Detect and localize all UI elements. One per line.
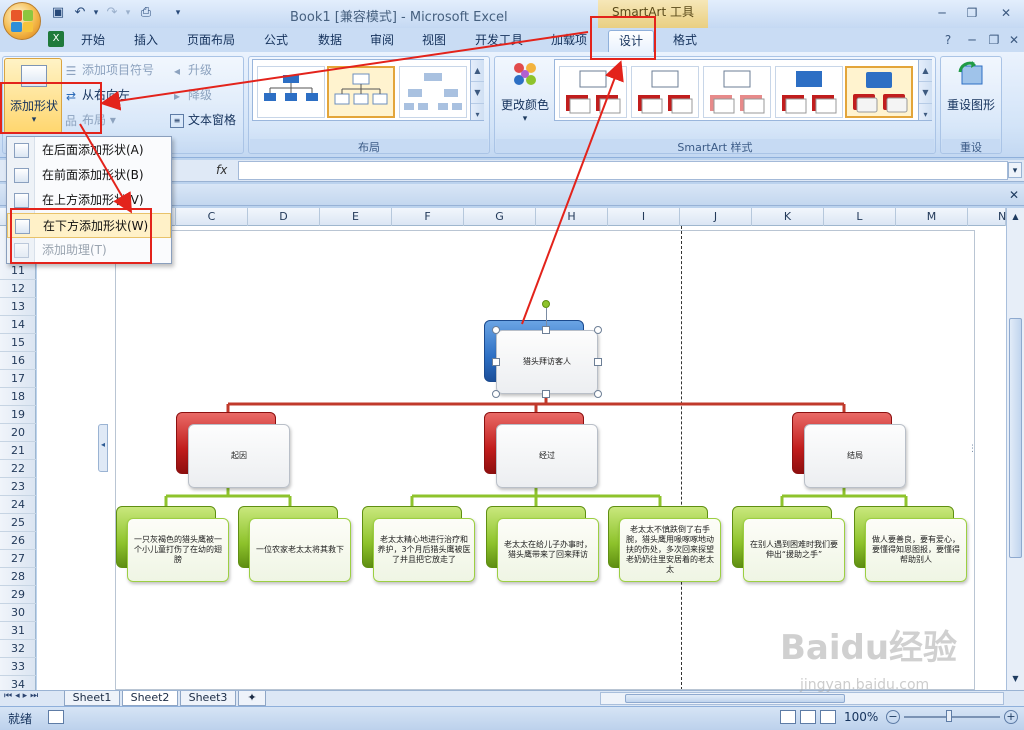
- level3-node[interactable]: 一只灰褐色的猎头鹰被一个小儿童打伤了在幼的翅膀: [127, 518, 229, 582]
- resize-handle[interactable]: [492, 390, 500, 398]
- level3-node[interactable]: 一位农家老太太将其救下: [249, 518, 351, 582]
- level2-node-process[interactable]: 经过: [496, 424, 598, 488]
- annotation-box-add-below: [10, 208, 152, 264]
- add-shape-before-icon: [14, 168, 29, 183]
- resize-handle[interactable]: [594, 326, 602, 334]
- resize-handle[interactable]: [492, 326, 500, 334]
- rotate-handle[interactable]: [542, 300, 550, 308]
- baidu-watermark-logo: Baidu经验: [780, 628, 958, 668]
- level3-node[interactable]: 老太太精心地进行治疗和养护，3个月后猎头鹰被医了并且把它放走了: [373, 518, 475, 582]
- level3-node[interactable]: 老太太在给儿子办事时，猎头鹰带来了回来拜访: [497, 518, 599, 582]
- level3-node[interactable]: 做人要善良，要有爱心，要懂得知恩图报，要懂得帮助别人: [865, 518, 967, 582]
- add-shape-above-icon: [14, 193, 29, 208]
- add-shape-after-icon: [14, 143, 29, 158]
- resize-handle[interactable]: [542, 326, 550, 334]
- menu-item-add-shape-after[interactable]: 在后面添加形状(A): [7, 138, 171, 163]
- baidu-watermark-url: jingyan.baidu.com: [800, 677, 930, 693]
- level3-node[interactable]: 老太太不慎跌倒了右手腕，猎头鹰用喙啄啄地动扶的伤处，多次回来探望老奶奶往里安居着…: [619, 518, 721, 582]
- resize-handle[interactable]: [594, 390, 602, 398]
- level2-node-ending[interactable]: 结局: [804, 424, 906, 488]
- level3-node[interactable]: 在别人遇到困难时我们要伸出“援助之手”: [743, 518, 845, 582]
- resize-handle[interactable]: [594, 358, 602, 366]
- level2-node-cause[interactable]: 起因: [188, 424, 290, 488]
- menu-item-add-shape-before[interactable]: 在前面添加形状(B): [7, 163, 171, 188]
- root-node[interactable]: 猎头拜访客人: [496, 330, 598, 394]
- annotation-box-add-shape: [0, 82, 102, 134]
- resize-handle[interactable]: [542, 390, 550, 398]
- annotation-box-design-tab: [590, 16, 656, 60]
- resize-handle[interactable]: [492, 358, 500, 366]
